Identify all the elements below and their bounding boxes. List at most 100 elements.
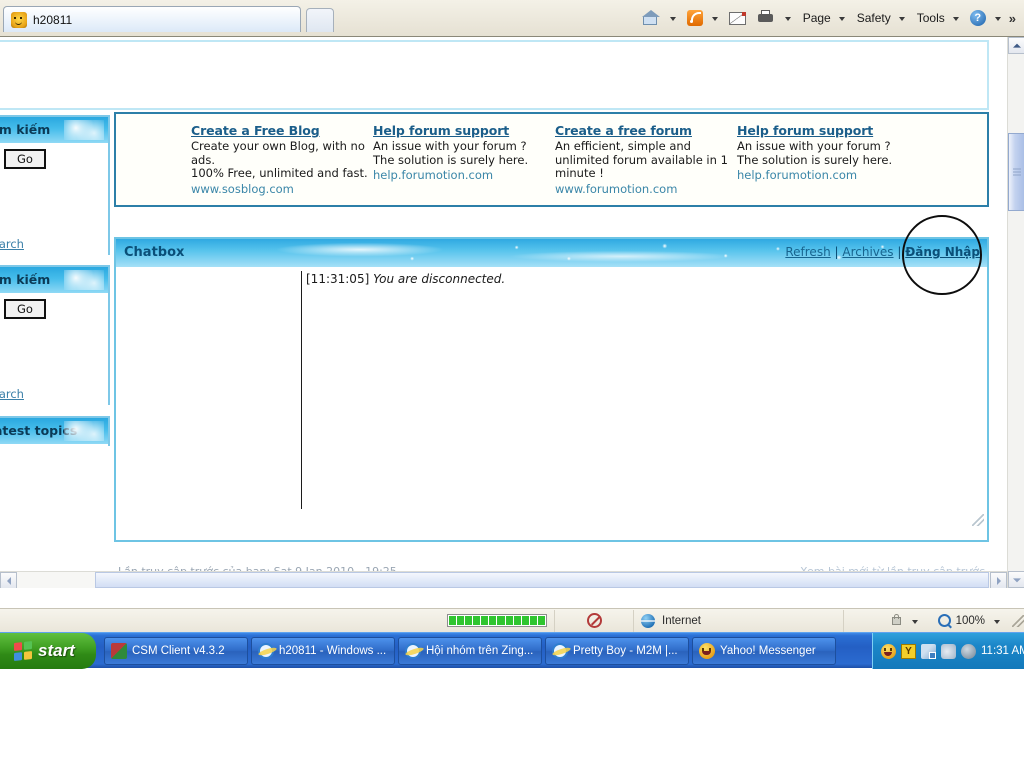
- print-button[interactable]: [751, 6, 781, 30]
- advanced-search-link[interactable]: Advanced Search: [0, 237, 102, 251]
- horizontal-scrollbar[interactable]: [0, 571, 1007, 588]
- tray-yahoo-icon[interactable]: Y: [901, 643, 916, 659]
- results-as-label: Results as :: [0, 195, 102, 209]
- mail-icon: [728, 11, 746, 25]
- taskbar-item[interactable]: Hội nhóm trên Zing...: [398, 637, 542, 665]
- screen: h20811 Page Safety Tools ? » Create a Fr…: [0, 0, 1024, 768]
- ad-url[interactable]: help.forumotion.com: [373, 168, 553, 182]
- ad-title[interactable]: Create a Free Blog: [191, 123, 371, 138]
- taskbar-item-label: Yahoo! Messenger: [720, 645, 816, 657]
- ad-text: Create your own Blog, with no ads. 100% …: [191, 139, 371, 181]
- horizontal-scroll-thumb[interactable]: [95, 572, 989, 588]
- rss-icon: [686, 10, 703, 26]
- ad-line: unlimited forum available in 1: [555, 152, 728, 167]
- ad-item: Create a free forum An efficient, simple…: [555, 123, 737, 196]
- widget-title: Latest topics: [0, 423, 78, 438]
- csm-icon: [111, 643, 127, 659]
- chatbox-body: [11:31:05] You are disconnected.: [116, 267, 987, 512]
- new-tab-button[interactable]: [306, 8, 334, 32]
- privacy-dropdown-icon[interactable]: [911, 619, 918, 624]
- ad-line: An issue with your forum ?: [373, 139, 527, 153]
- chatbox-footer: [116, 512, 987, 536]
- tray-volume-icon[interactable]: [941, 643, 956, 659]
- taskbar-item-label: Hội nhóm trên Zing...: [426, 645, 534, 657]
- popup-blocked-cell[interactable]: [554, 609, 634, 632]
- zoom-dropdown-icon[interactable]: [994, 619, 1000, 624]
- chatbox: Chatbox Refresh | Archives | Đăng Nhập […: [114, 237, 989, 542]
- zoom-cell[interactable]: 100%: [931, 610, 1008, 632]
- command-bar: Page Safety Tools ? »: [636, 5, 1018, 31]
- ad-url[interactable]: www.forumotion.com: [555, 182, 735, 196]
- safety-menu[interactable]: Safety: [851, 6, 895, 30]
- security-zone-cell[interactable]: Internet: [634, 609, 844, 632]
- search-go-button[interactable]: Go: [4, 299, 46, 319]
- ad-url[interactable]: help.forumotion.com: [737, 168, 917, 182]
- zoom-level-label: 100%: [955, 614, 985, 627]
- privacy-icon: [888, 614, 903, 627]
- taskbar-item[interactable]: Yahoo! Messenger: [692, 637, 836, 665]
- tools-dropdown-icon[interactable]: [952, 17, 959, 21]
- scroll-up-button[interactable]: [1008, 37, 1024, 54]
- advanced-search-link[interactable]: Advanced Search: [0, 387, 102, 401]
- vertical-scroll-thumb[interactable]: [1008, 133, 1024, 211]
- status-message: [0, 610, 440, 632]
- page-dropdown-icon[interactable]: [838, 17, 845, 21]
- tools-menu[interactable]: Tools: [911, 6, 949, 30]
- windows-flag-icon: [14, 641, 32, 661]
- link-separator: |: [834, 245, 839, 259]
- taskbar-item[interactable]: h20811 - Windows ...: [251, 637, 395, 665]
- toolbar-overflow-icon[interactable]: »: [1009, 11, 1016, 26]
- mail-button[interactable]: [724, 6, 751, 30]
- ad-line: The solution is surely here.: [373, 152, 529, 167]
- search-go-button[interactable]: Go: [4, 149, 46, 169]
- help-icon: ?: [969, 10, 986, 26]
- safety-dropdown-icon[interactable]: [898, 17, 905, 21]
- tray-network-icon[interactable]: [921, 643, 936, 659]
- taskbar: start CSM Client v4.3.2 h20811 - Windows…: [0, 632, 1024, 669]
- feeds-dropdown-icon[interactable]: [711, 17, 718, 21]
- help-dropdown-icon[interactable]: [994, 17, 1001, 21]
- ad-url[interactable]: www.sosblog.com: [191, 182, 371, 196]
- taskbar-item[interactable]: Pretty Boy - M2M |...: [545, 637, 689, 665]
- start-label: start: [38, 641, 75, 660]
- tab-title: h20811: [33, 12, 73, 27]
- help-button[interactable]: ?: [965, 6, 991, 30]
- ad-title[interactable]: Help forum support: [737, 123, 917, 138]
- scroll-down-button[interactable]: [1008, 571, 1024, 588]
- security-zone-label: Internet: [662, 614, 701, 627]
- home-button[interactable]: [636, 6, 666, 30]
- browser-tab[interactable]: h20811: [3, 6, 301, 32]
- tray-clock[interactable]: 11:31 AM: [981, 645, 1024, 657]
- ie-icon: [258, 643, 274, 659]
- home-dropdown-icon[interactable]: [669, 17, 676, 21]
- tray-app-icon[interactable]: [961, 643, 976, 659]
- link-separator: |: [897, 245, 902, 259]
- taskbar-item[interactable]: CSM Client v4.3.2: [104, 637, 248, 665]
- message-time: [11:31:05]: [306, 272, 370, 286]
- widget-body: Go Google Results as : Topics Advanced S…: [0, 143, 108, 259]
- print-dropdown-icon[interactable]: [784, 17, 791, 21]
- feeds-button[interactable]: [682, 6, 708, 30]
- blocked-icon: [586, 613, 602, 628]
- taskbar-item-label: h20811 - Windows ...: [279, 645, 387, 657]
- zoom-icon: [937, 614, 951, 627]
- scroll-left-button[interactable]: [0, 572, 17, 588]
- ad-title[interactable]: Create a free forum: [555, 123, 735, 138]
- resize-grip-icon[interactable]: [972, 514, 984, 526]
- chatbox-archives-link[interactable]: Archives: [842, 245, 893, 259]
- ad-item: Help forum support An issue with your fo…: [737, 123, 919, 196]
- globe-icon: [641, 613, 655, 628]
- privacy-cell[interactable]: [881, 610, 931, 632]
- tray-yahoo-messenger-icon[interactable]: [881, 643, 896, 659]
- ad-title[interactable]: Help forum support: [373, 123, 553, 138]
- page-menu[interactable]: Page: [797, 6, 835, 30]
- window-resize-grip-icon[interactable]: [1012, 614, 1024, 627]
- chatbox-message-list: [11:31:05] You are disconnected.: [306, 272, 983, 286]
- chevron-left-icon: [6, 576, 11, 585]
- chatbox-refresh-link[interactable]: Refresh: [785, 245, 830, 259]
- page-top-panel: [0, 40, 989, 110]
- start-button[interactable]: start: [0, 633, 96, 669]
- scroll-right-button[interactable]: [990, 572, 1007, 588]
- message-text: You are disconnected.: [373, 272, 506, 286]
- vertical-scrollbar[interactable]: [1007, 37, 1024, 588]
